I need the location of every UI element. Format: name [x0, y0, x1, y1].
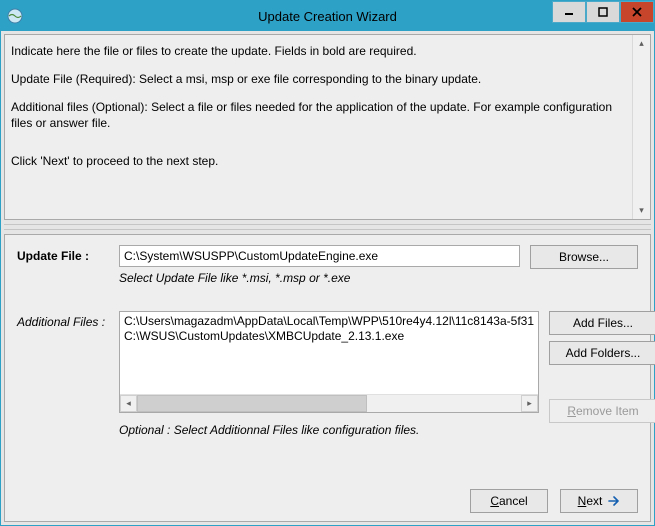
maximize-button[interactable]	[586, 1, 620, 23]
instruction-line: Click 'Next' to proceed to the next step…	[11, 153, 628, 169]
scroll-left-icon[interactable]: ◂	[120, 395, 137, 412]
list-item[interactable]: C:\Users\magazadm\AppData\Local\Temp\WPP…	[124, 314, 534, 329]
horizontal-scrollbar[interactable]: ◂ ▸	[120, 394, 538, 412]
scroll-down-icon[interactable]: ▾	[633, 202, 650, 219]
window-controls	[552, 1, 654, 23]
instruction-line: Additional files (Optional): Select a fi…	[11, 99, 628, 131]
browse-button[interactable]: Browse...	[530, 245, 638, 269]
instructions-scrollbar[interactable]: ▴ ▾	[632, 35, 650, 219]
form-panel: Update File : Select Update File like *.…	[4, 234, 651, 522]
instruction-line: Update File (Required): Select a msi, ms…	[11, 71, 628, 87]
title-bar: Update Creation Wizard	[1, 1, 654, 31]
close-button[interactable]	[620, 1, 654, 23]
scroll-right-icon[interactable]: ▸	[521, 395, 538, 412]
arrow-right-icon	[608, 496, 620, 506]
wizard-window: Update Creation Wizard Indicate here the…	[0, 0, 655, 526]
add-folders-button[interactable]: Add Folders...	[549, 341, 655, 365]
update-file-hint: Select Update File like *.msi, *.msp or …	[119, 271, 520, 285]
add-files-button[interactable]: Add Files...	[549, 311, 655, 335]
divider	[4, 224, 651, 230]
app-icon	[7, 8, 23, 24]
scrollbar-thumb[interactable]	[137, 395, 367, 412]
additional-files-list[interactable]: C:\Users\magazadm\AppData\Local\Temp\WPP…	[119, 311, 539, 413]
additional-files-hint: Optional : Select Additionnal Files like…	[119, 423, 539, 437]
scroll-up-icon[interactable]: ▴	[633, 35, 650, 52]
cancel-button[interactable]: Cancel	[470, 489, 548, 513]
wizard-buttons: Cancel Next	[17, 479, 638, 513]
remove-item-button: Remove Item	[549, 399, 655, 423]
additional-files-label: Additional Files :	[17, 311, 119, 329]
update-file-row: Update File : Select Update File like *.…	[17, 245, 638, 285]
instructions-panel: Indicate here the file or files to creat…	[4, 34, 651, 220]
minimize-button[interactable]	[552, 1, 586, 23]
next-button[interactable]: Next	[560, 489, 638, 513]
update-file-input[interactable]	[119, 245, 520, 267]
instruction-line: Indicate here the file or files to creat…	[11, 43, 628, 59]
update-file-label: Update File :	[17, 245, 119, 263]
list-item[interactable]: C:\WSUS\CustomUpdates\XMBCUpdate_2.13.1.…	[124, 329, 534, 344]
additional-files-row: Additional Files : C:\Users\magazadm\App…	[17, 311, 638, 437]
